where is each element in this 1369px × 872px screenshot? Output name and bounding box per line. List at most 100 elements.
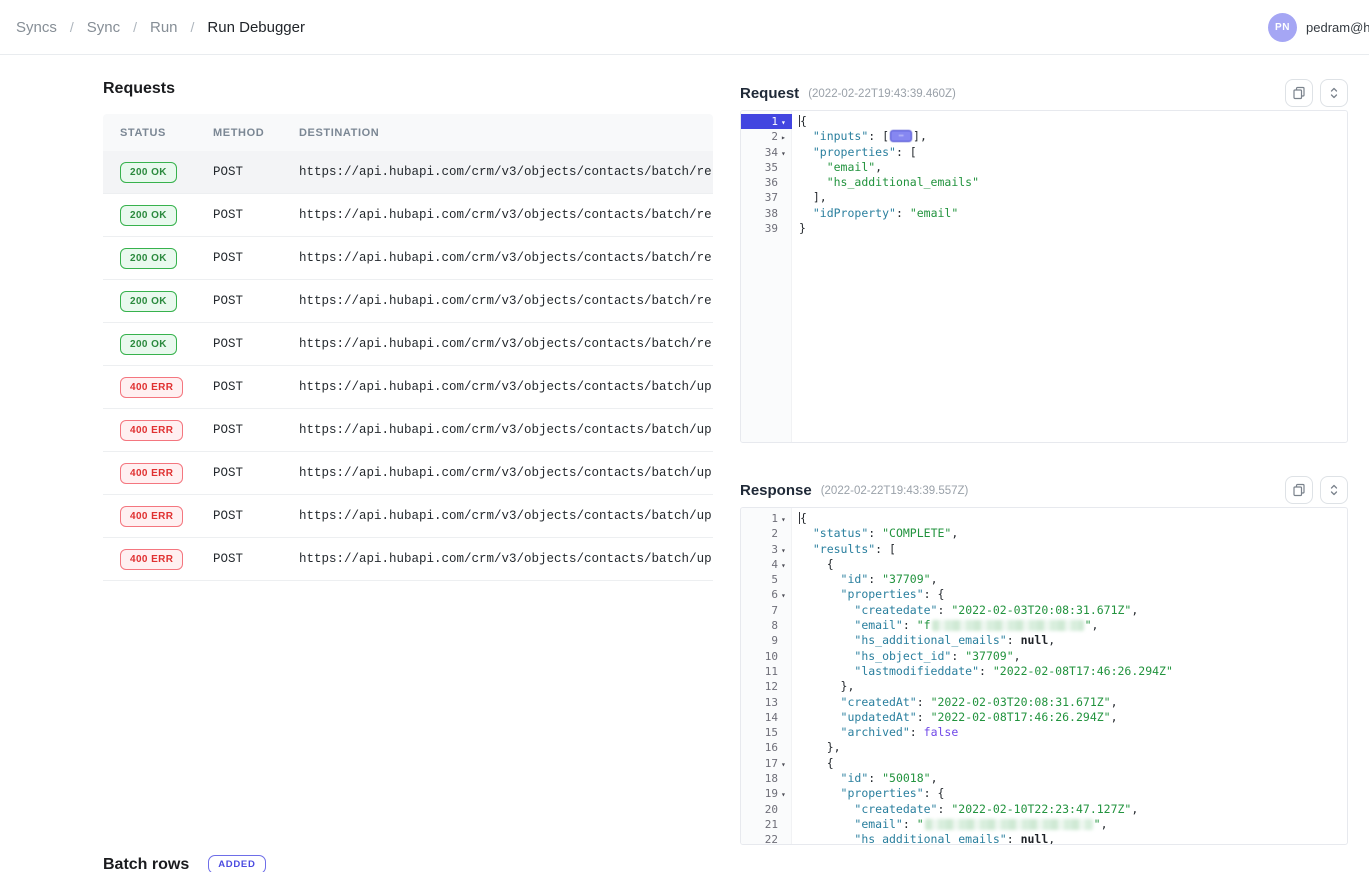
table-row[interactable]: 400 ERRPOSThttps://api.hubapi.com/crm/v3… (103, 409, 713, 452)
fold-spacer (781, 802, 792, 817)
line-number: 1 (741, 114, 781, 129)
code-token: , (1092, 618, 1099, 632)
table-row[interactable]: 400 ERRPOSThttps://api.hubapi.com/crm/v3… (103, 538, 713, 581)
table-row[interactable]: 200 OKPOSThttps://api.hubapi.com/crm/v3/… (103, 280, 713, 323)
fold-toggle-icon[interactable]: ▸ (781, 129, 792, 144)
line-number: 35 (741, 160, 781, 175)
line-number: 14 (741, 710, 781, 725)
code-text: ], (792, 190, 827, 205)
expand-request-button[interactable] (1320, 79, 1348, 107)
code-token: : (903, 618, 917, 632)
table-row[interactable]: 200 OKPOSThttps://api.hubapi.com/crm/v3/… (103, 151, 713, 194)
line-number: 2 (741, 129, 781, 144)
folded-code-widget[interactable]: ⋯ (890, 130, 912, 142)
code-token: "id" (841, 572, 869, 586)
code-token: "37709" (882, 572, 930, 586)
fold-toggle-icon[interactable]: ▾ (781, 756, 792, 771)
fold-spacer (781, 572, 792, 587)
fold-toggle-icon[interactable]: ▾ (781, 511, 792, 526)
destination-cell: https://api.hubapi.com/crm/v3/objects/co… (282, 294, 713, 308)
code-line: 21 "email": "", (741, 817, 1347, 832)
response-panel-title: Response (740, 482, 812, 499)
code-token: , (1048, 832, 1055, 845)
response-code-editor[interactable]: 1▾{2 "status": "COMPLETE",3▾ "results": … (740, 507, 1348, 845)
user-email: pedram@hig (1306, 20, 1369, 35)
fold-toggle-icon[interactable]: ▾ (781, 145, 792, 160)
line-gutter: 14 (741, 710, 792, 725)
fold-spacer (781, 160, 792, 175)
code-token (799, 725, 841, 739)
method-cell: POST (196, 380, 282, 394)
table-row[interactable]: 400 ERRPOSThttps://api.hubapi.com/crm/v3… (103, 366, 713, 409)
code-token: "2022-02-03T20:08:31.671Z" (931, 695, 1111, 709)
status-badge: 400 ERR (120, 377, 183, 398)
code-token: "37709" (965, 649, 1013, 663)
code-text: }, (792, 679, 854, 694)
destination-cell: https://api.hubapi.com/crm/v3/objects/co… (282, 337, 713, 351)
line-number: 9 (741, 633, 781, 648)
code-token: : (937, 603, 951, 617)
expand-response-button[interactable] (1320, 476, 1348, 504)
line-gutter: 36 (741, 175, 792, 190)
line-number: 36 (741, 175, 781, 190)
copy-response-button[interactable] (1285, 476, 1313, 504)
line-gutter: 4▾ (741, 557, 792, 572)
code-token: , (1048, 633, 1055, 647)
code-token: : (917, 695, 931, 709)
code-text: { (792, 511, 807, 526)
fold-toggle-icon[interactable]: ▾ (781, 114, 792, 129)
code-token: : (937, 802, 951, 816)
code-token: "archived" (841, 725, 910, 739)
line-gutter: 20 (741, 802, 792, 817)
line-number: 10 (741, 649, 781, 664)
copy-icon (1292, 483, 1306, 497)
status-badge: 400 ERR (120, 506, 183, 527)
code-token: "f (917, 618, 931, 632)
code-text: "lastmodifieddate": "2022-02-08T17:46:26… (792, 664, 1173, 679)
code-token: , (1014, 649, 1021, 663)
fold-toggle-icon[interactable]: ▾ (781, 557, 792, 572)
code-token: "createdate" (854, 802, 937, 816)
method-cell: POST (196, 208, 282, 222)
code-token (799, 603, 854, 617)
status-cell: 400 ERR (103, 463, 196, 484)
avatar[interactable]: PN (1268, 13, 1297, 42)
table-row[interactable]: 400 ERRPOSThttps://api.hubapi.com/crm/v3… (103, 452, 713, 495)
line-number: 19 (741, 786, 781, 801)
line-number: 39 (741, 221, 781, 236)
code-token: "results" (813, 542, 875, 556)
line-number: 4 (741, 557, 781, 572)
breadcrumb-item-syncs[interactable]: Syncs (16, 19, 57, 36)
fold-spacer (781, 695, 792, 710)
table-row[interactable]: 400 ERRPOSThttps://api.hubapi.com/crm/v3… (103, 495, 713, 538)
fold-spacer (781, 633, 792, 648)
table-row[interactable]: 200 OKPOSThttps://api.hubapi.com/crm/v3/… (103, 323, 713, 366)
fold-toggle-icon[interactable]: ▾ (781, 542, 792, 557)
copy-request-button[interactable] (1285, 79, 1313, 107)
fold-spacer (781, 710, 792, 725)
code-token (799, 786, 841, 800)
code-line: 35 "email", (741, 160, 1347, 175)
code-text: "hs_additional_emails": null, (792, 633, 1055, 648)
user-menu[interactable]: PN pedram@hig (1268, 13, 1369, 42)
breadcrumb-item-sync[interactable]: Sync (87, 19, 120, 36)
method-cell: POST (196, 423, 282, 437)
fold-toggle-icon[interactable]: ▾ (781, 587, 792, 602)
table-row[interactable]: 200 OKPOSThttps://api.hubapi.com/crm/v3/… (103, 237, 713, 280)
fold-spacer (781, 740, 792, 755)
line-number: 17 (741, 756, 781, 771)
table-row[interactable]: 200 OKPOSThttps://api.hubapi.com/crm/v3/… (103, 194, 713, 237)
line-number: 2 (741, 526, 781, 541)
code-token (799, 526, 813, 540)
fold-toggle-icon[interactable]: ▾ (781, 786, 792, 801)
breadcrumb-separator: / (133, 19, 137, 35)
request-code-editor[interactable]: 1▾{2▸ "inputs": [⋯],34▾ "properties": [3… (740, 110, 1348, 443)
code-text: } (792, 221, 806, 236)
code-line: 2 "status": "COMPLETE", (741, 526, 1347, 541)
code-token: "2022-02-03T20:08:31.671Z" (951, 603, 1131, 617)
breadcrumb-separator: / (191, 19, 195, 35)
batch-rows-title: Batch rows (103, 856, 189, 872)
breadcrumb-item-run[interactable]: Run (150, 19, 178, 36)
line-gutter: 7 (741, 603, 792, 618)
line-gutter: 8 (741, 618, 792, 633)
